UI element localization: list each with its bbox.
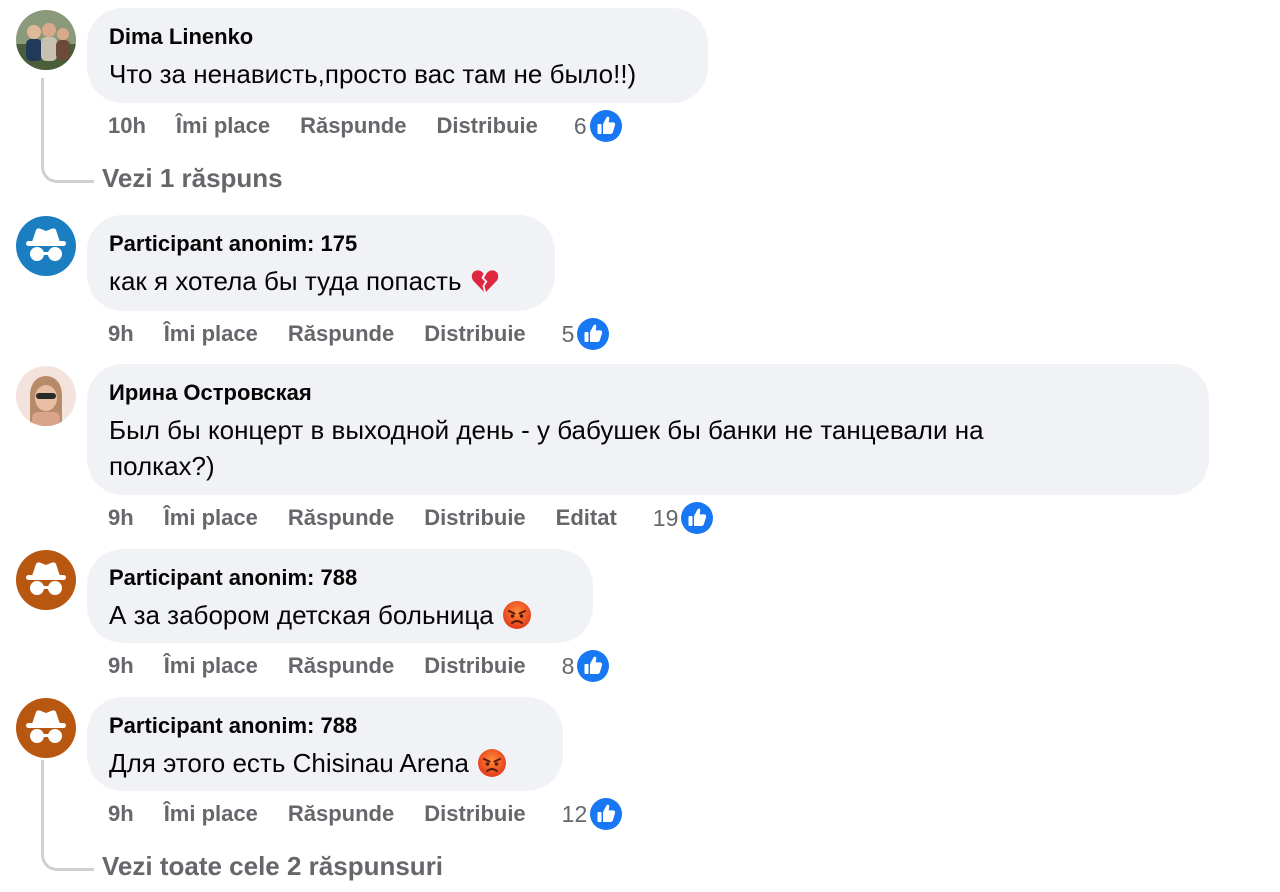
reply-button[interactable]: Răspunde [300,113,406,139]
like-button[interactable]: Îmi place [164,653,258,679]
like-button[interactable]: Îmi place [164,321,258,347]
reaction-count[interactable]: 6 [574,109,623,143]
share-button[interactable]: Distribuie [424,505,525,531]
comment-author[interactable]: Participant anonim: 788 [109,713,541,739]
comment-author[interactable]: Participant anonim: 175 [109,231,533,257]
comment-author[interactable]: Ирина Островская [109,380,1187,406]
anonymous-avatar[interactable] [16,216,76,276]
angry-face-icon [477,748,507,778]
share-button[interactable]: Distribuie [424,653,525,679]
incognito-icon [16,216,76,276]
like-count: 12 [561,800,588,827]
comment-text: как я хотела бы туда попасть [109,263,533,299]
comment-time[interactable]: 9h [108,653,134,679]
like-icon [589,797,623,831]
comment-actions: 9h Îmi place Răspunde Distribuie 5 [108,318,610,350]
comment-bubble: Ирина Островская Был бы концерт в выходн… [87,364,1209,495]
incognito-icon [16,698,76,758]
like-count: 5 [561,320,575,347]
comment-actions: 10h Îmi place Răspunde Distribuie 6 [108,110,623,142]
thread-connector [41,760,94,871]
comment-text: Что за ненависть,просто вас там не было!… [109,59,637,89]
comment-time[interactable]: 10h [108,113,146,139]
like-count: 6 [573,112,587,139]
like-icon [576,649,610,683]
comment-time[interactable]: 9h [108,321,134,347]
reaction-count[interactable]: 5 [562,317,611,351]
like-button[interactable]: Îmi place [164,505,258,531]
comment-time[interactable]: 9h [108,505,134,531]
reaction-count[interactable]: 8 [562,649,611,683]
like-icon [576,317,610,351]
comment-author[interactable]: Participant anonim: 788 [109,565,571,591]
reply-button[interactable]: Răspunde [288,653,394,679]
comment-actions: 9h Îmi place Răspunde Distribuie Editat … [108,502,714,534]
like-count: 19 [652,504,679,531]
view-replies-link[interactable]: Vezi 1 răspuns [102,163,283,194]
anonymous-avatar[interactable] [16,698,76,758]
edited-label[interactable]: Editat [556,505,617,531]
reaction-count[interactable]: 19 [653,501,715,535]
angry-face-icon [502,600,532,630]
comment-text: Для этого есть Chisinau Arena [109,745,541,781]
comment-author[interactable]: Dima Linenko [109,24,686,50]
like-icon [680,501,714,535]
share-button[interactable]: Distribuie [424,321,525,347]
comment-bubble: Dima Linenko Что за ненависть,просто вас… [87,8,708,103]
like-count: 8 [561,652,575,679]
share-button[interactable]: Distribuie [424,801,525,827]
reply-button[interactable]: Răspunde [288,801,394,827]
reply-button[interactable]: Răspunde [288,505,394,531]
comment-text: Был бы концерт в выходной день - у бабуш… [109,415,984,481]
comment-bubble: Participant anonim: 788 А за забором дет… [87,549,593,643]
like-button[interactable]: Îmi place [164,801,258,827]
view-replies-link[interactable]: Vezi toate cele 2 răspunsuri [102,851,443,882]
comment-actions: 9h Îmi place Răspunde Distribuie 8 [108,650,610,682]
avatar[interactable] [16,366,76,426]
like-icon [589,109,623,143]
incognito-icon [16,550,76,610]
comment-bubble: Participant anonim: 175 как я хотела бы … [87,215,555,311]
avatar[interactable] [16,10,76,70]
share-button[interactable]: Distribuie [436,113,537,139]
reply-button[interactable]: Răspunde [288,321,394,347]
anonymous-avatar[interactable] [16,550,76,610]
comment-bubble: Participant anonim: 788 Для этого есть C… [87,697,563,791]
comment-text: А за забором детская больница [109,597,571,633]
comment-actions: 9h Îmi place Răspunde Distribuie 12 [108,798,623,830]
like-button[interactable]: Îmi place [176,113,270,139]
broken-heart-icon [470,266,500,296]
reaction-count[interactable]: 12 [562,797,624,831]
thread-connector [41,78,94,183]
comment-time[interactable]: 9h [108,801,134,827]
